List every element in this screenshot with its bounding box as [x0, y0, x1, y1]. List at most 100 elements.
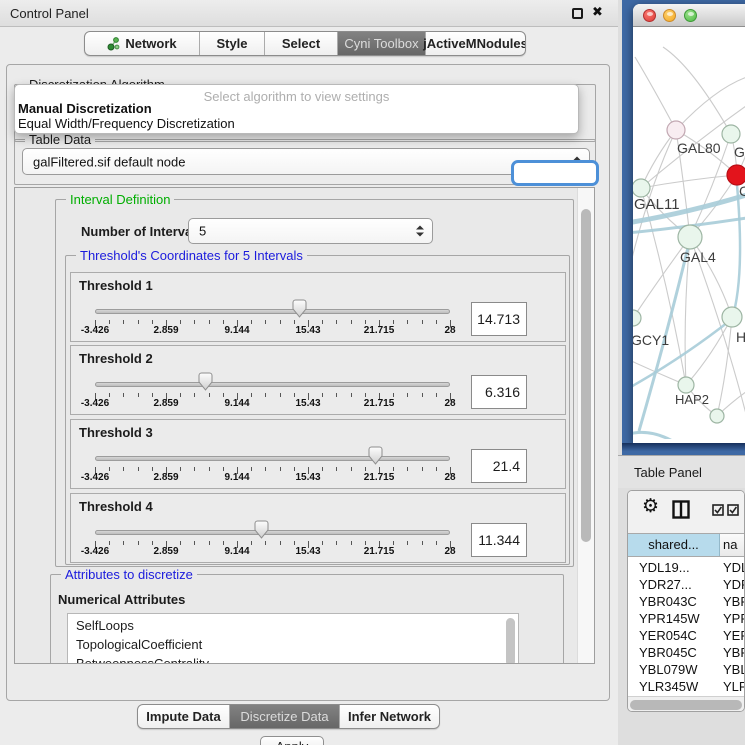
slider-tick [322, 320, 323, 324]
numerical-attributes-list[interactable]: SelfLoopsTopologicalCoefficientBetweenne… [67, 613, 519, 664]
algorithm-dropdown-popup: Select algorithm to view settings Manual… [14, 84, 579, 134]
slider-tick [407, 541, 408, 545]
network-node[interactable] [722, 307, 742, 327]
vertical-scrollbar-track[interactable] [577, 188, 594, 663]
table-row[interactable]: YER054CYER0 [628, 627, 745, 644]
table-row[interactable]: YBR043CYBR0 [628, 593, 745, 610]
threshold-value-field[interactable]: 11.344 [471, 523, 527, 557]
minimize-traffic-light-icon[interactable] [663, 9, 676, 22]
cell-name: YER0 [723, 627, 745, 644]
slider-tick [407, 320, 408, 324]
threshold-value-field[interactable]: 6.316 [471, 375, 527, 409]
threshold-slider[interactable] [95, 530, 450, 535]
table-row[interactable]: YLR345WYLR3 [628, 678, 745, 695]
network-node[interactable] [710, 409, 724, 423]
network-node[interactable] [633, 310, 641, 326]
network-edge[interactable] [676, 75, 745, 130]
slider-tick [223, 541, 224, 545]
node-label-c: C [739, 183, 745, 199]
slider-tick [407, 467, 408, 471]
slider-tick [365, 541, 366, 545]
list-item-betweennesscentrality[interactable]: BetweennessCentrality [76, 654, 518, 664]
dropdown-item-equal-width-frequency-discretization[interactable]: Equal Width/Frequency Discretization [15, 116, 578, 131]
interval-definition-group: Interval Definition Number of Intervals … [55, 199, 574, 567]
network-node[interactable] [722, 125, 740, 143]
threshold-value-field[interactable]: 14.713 [471, 302, 527, 336]
slider-tick [351, 393, 352, 397]
network-node[interactable] [678, 377, 694, 393]
number-of-intervals-combobox[interactable]: 5 [188, 218, 433, 244]
network-edge[interactable] [717, 317, 732, 416]
thresholds-group-label: Threshold's Coordinates for 5 Intervals [76, 248, 307, 263]
network-canvas[interactable]: GAL80GACGAL11GAL4GCY1HHAP2 [633, 27, 745, 439]
tab-infer-network[interactable]: Infer Network [339, 705, 439, 728]
network-window-titlebar[interactable] [633, 4, 745, 27]
checkbox-icon[interactable] [727, 504, 739, 516]
tab-impute-data[interactable]: Impute Data [138, 705, 229, 728]
list-item-topologicalcoefficient[interactable]: TopologicalCoefficient [76, 635, 518, 654]
network-node[interactable] [633, 179, 650, 197]
slider-thumb[interactable] [291, 299, 308, 318]
cell-name: YLR3 [723, 678, 745, 695]
table-row[interactable]: YPR145WYPR1 [628, 610, 745, 627]
dropdown-items: Manual DiscretizationEqual Width/Frequen… [15, 101, 578, 131]
tab-select[interactable]: Select [264, 32, 337, 55]
right-pane: GAL80GACGAL11GAL4GCY1HHAP2 Table Panel ⚙ [618, 0, 745, 745]
zoom-traffic-light-icon[interactable] [684, 9, 697, 22]
algorithm-combobox[interactable] [511, 160, 599, 186]
slider-tick [407, 393, 408, 397]
column-header-shared-name[interactable]: shared... [628, 534, 720, 556]
slider-tick [436, 393, 437, 397]
float-window-icon[interactable] [572, 8, 583, 19]
slider-tick [336, 320, 337, 324]
threshold-slider[interactable] [95, 456, 450, 461]
attributes-group-label: Attributes to discretize [61, 567, 197, 582]
network-node[interactable] [727, 165, 745, 185]
horizontal-scrollbar-thumb[interactable] [630, 700, 742, 710]
threshold-slider[interactable] [95, 382, 450, 387]
list-item-selfloops[interactable]: SelfLoops [76, 616, 518, 635]
table-row[interactable]: YBL079WYBL0 [628, 661, 745, 678]
table-row[interactable]: YDR27...YDR2 [628, 576, 745, 593]
threshold-slider[interactable] [95, 309, 450, 314]
slider-tick [123, 467, 124, 471]
apply-button[interactable]: Apply [260, 736, 324, 745]
network-window[interactable]: GAL80GACGAL11GAL4GCY1HHAP2 [633, 4, 745, 443]
network-node[interactable] [667, 121, 685, 139]
close-traffic-light-icon[interactable] [643, 9, 656, 22]
slider-tick [265, 541, 266, 545]
tab-cyni-toolbox[interactable]: Cyni Toolbox [337, 32, 425, 55]
cell-name: YPR1 [723, 610, 745, 627]
slider-tick [336, 541, 337, 545]
slider-thumb[interactable] [197, 372, 214, 391]
slider-tick [180, 320, 181, 324]
horizontal-scrollbar-track[interactable] [628, 696, 745, 712]
split-view-icon[interactable] [672, 500, 690, 519]
tab-network[interactable]: Network [85, 32, 199, 55]
tab-discretize-data[interactable]: Discretize Data [229, 705, 339, 728]
slider-scale-label: -3.426 [65, 325, 125, 336]
network-edge[interactable] [635, 57, 676, 130]
network-edge[interactable] [641, 130, 676, 188]
slider-tick [365, 467, 366, 471]
network-node[interactable] [678, 225, 702, 249]
threshold-value-field[interactable]: 21.4 [471, 449, 527, 483]
cell-name: YBL0 [723, 661, 745, 678]
number-of-intervals-value: 5 [199, 224, 206, 239]
list-scrollbar-thumb[interactable] [506, 618, 515, 664]
table-data-combobox[interactable]: galFiltered.sif default node [22, 148, 590, 175]
slider-thumb[interactable] [367, 446, 384, 465]
checkbox-icon[interactable] [712, 504, 724, 516]
close-icon[interactable]: ✖ [592, 5, 603, 20]
slider-thumb[interactable] [253, 520, 270, 539]
interval-definition-label: Interval Definition [66, 192, 174, 207]
network-edge-highlighted[interactable] [633, 432, 705, 439]
network-edge-highlighted[interactable] [732, 185, 740, 319]
table-row[interactable]: YDL19...YDL1 [628, 559, 745, 576]
gear-icon[interactable]: ⚙ [642, 495, 659, 517]
column-header-name[interactable]: na [723, 534, 737, 556]
table-row[interactable]: YBR045CYBR0 [628, 644, 745, 661]
tab-jactivemnodules[interactable]: jActiveMNodules [425, 32, 525, 55]
vertical-scrollbar-thumb[interactable] [581, 209, 591, 542]
tab-style[interactable]: Style [199, 32, 264, 55]
